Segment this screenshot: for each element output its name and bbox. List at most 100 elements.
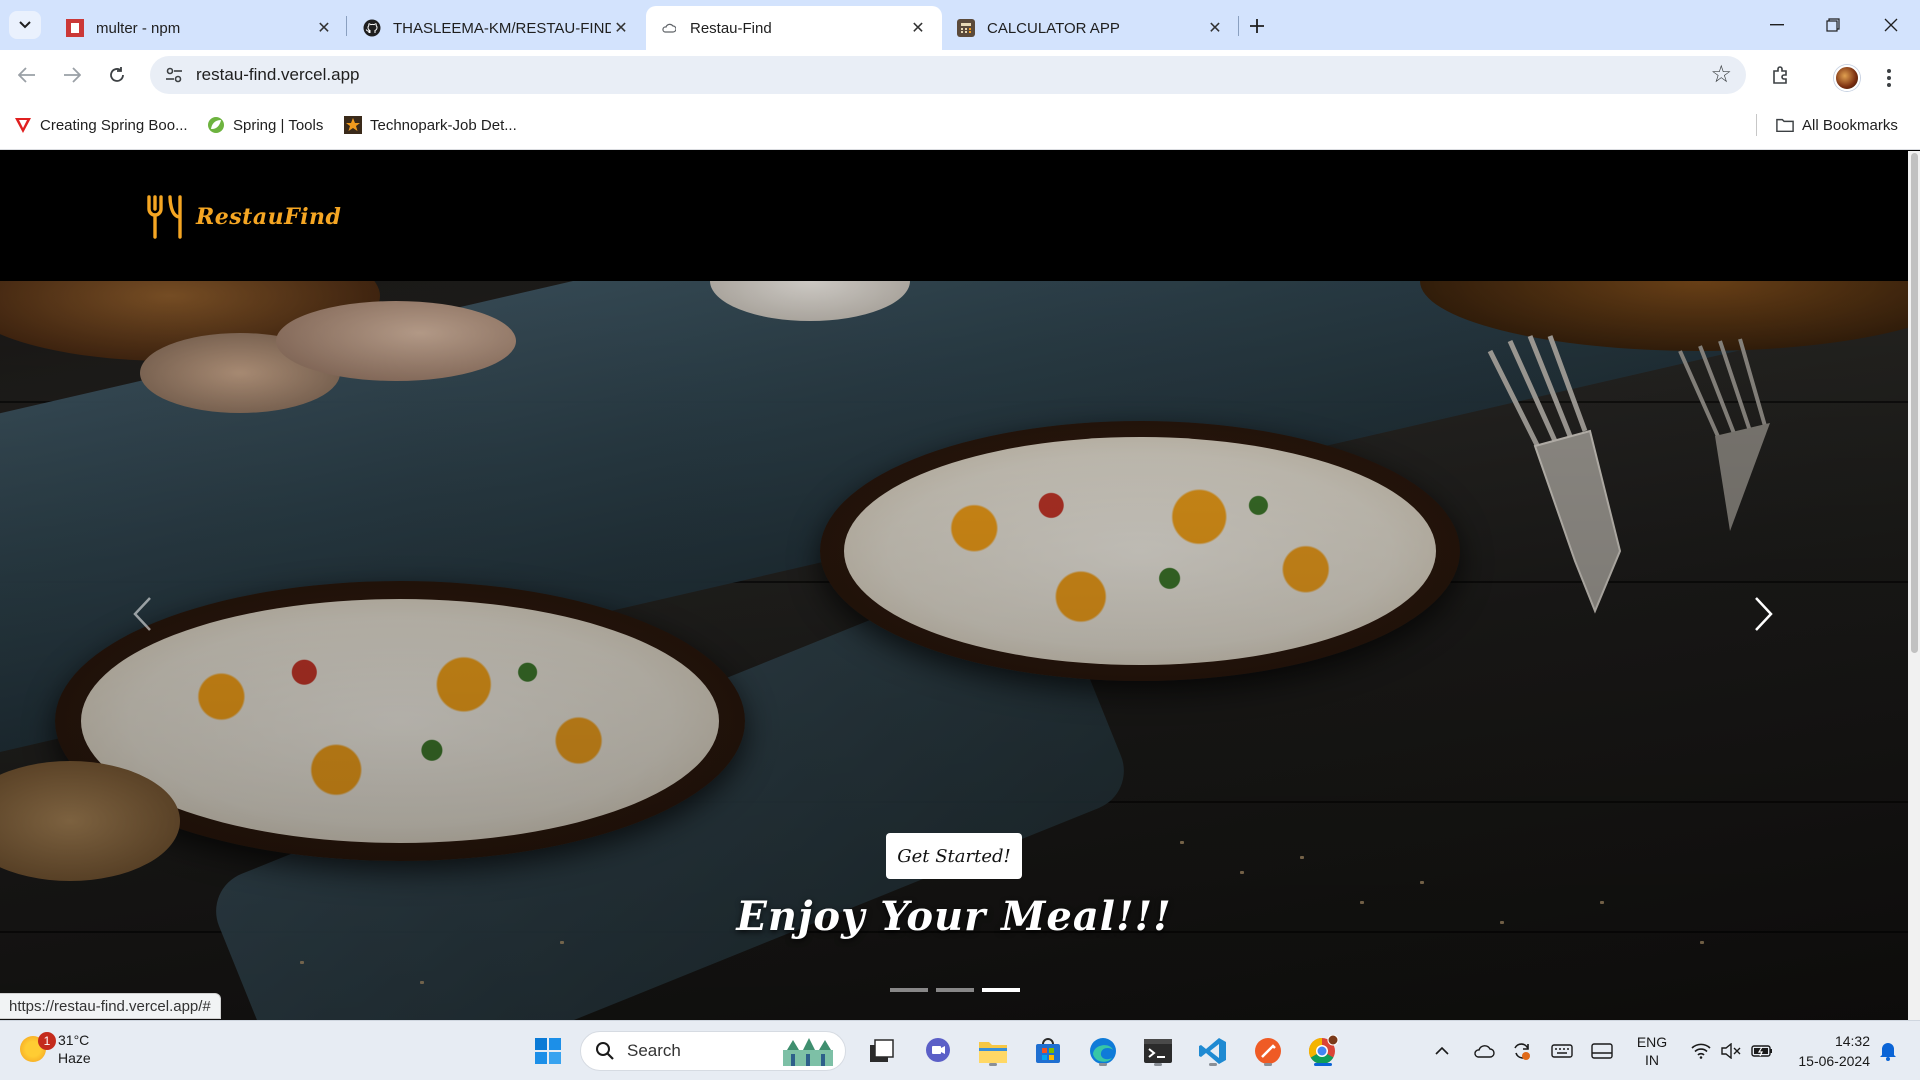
calculator-icon	[957, 19, 975, 37]
scrollbar-thumb[interactable]	[1911, 153, 1918, 653]
weather-widget[interactable]: 1 31°C Haze	[20, 1031, 91, 1067]
task-view-button[interactable]	[864, 1033, 900, 1069]
postman-icon	[1255, 1038, 1281, 1064]
restore-icon	[1826, 18, 1840, 32]
running-indicator	[1154, 1063, 1162, 1066]
close-icon[interactable]: ✕	[314, 18, 334, 38]
tab-multer[interactable]: multer - npm ✕	[52, 6, 348, 50]
tab-calculator[interactable]: CALCULATOR APP ✕	[943, 6, 1239, 50]
all-bookmarks-button[interactable]: All Bookmarks	[1776, 114, 1898, 136]
chevron-left-icon	[133, 597, 151, 631]
chrome-button[interactable]	[1305, 1033, 1341, 1069]
carousel-indicator[interactable]	[936, 988, 974, 992]
notification-badge: 1	[38, 1032, 56, 1050]
carousel-indicator[interactable]	[890, 988, 928, 992]
start-button[interactable]	[530, 1033, 566, 1069]
url-text[interactable]: restau-find.vercel.app	[196, 65, 359, 85]
vscode-icon	[1199, 1038, 1226, 1064]
browser-menu-button[interactable]	[1881, 64, 1897, 92]
tab-github[interactable]: THASLEEMA-KM/RESTAU-FIND ✕	[349, 6, 645, 50]
notifications-button[interactable]	[1874, 1021, 1902, 1080]
spring-leaf-icon	[208, 117, 224, 133]
task-view-icon	[870, 1039, 894, 1062]
touch-keyboard-button[interactable]	[1548, 1021, 1576, 1080]
tab-restau-find[interactable]: Restau-Find ✕	[646, 6, 942, 50]
back-button[interactable]	[9, 57, 45, 93]
file-explorer-button[interactable]	[975, 1033, 1011, 1069]
close-icon[interactable]: ✕	[908, 18, 928, 38]
web-page: RestauFind Get Started! Enjoy Your Meal!…	[0, 151, 1920, 1020]
close-icon[interactable]: ✕	[1205, 18, 1225, 38]
bookmark-star-icon[interactable]: ☆	[1710, 62, 1732, 88]
cloud-icon	[1474, 1045, 1495, 1058]
star-box-icon	[344, 116, 362, 134]
input-language-button[interactable]: ENG IN	[1628, 1021, 1676, 1080]
bookmarks-bar: Creating Spring Boo... Spring | Tools Te…	[0, 100, 1920, 150]
sync-icon	[1514, 1043, 1530, 1060]
puzzle-icon	[1773, 66, 1787, 84]
all-bookmarks-label: All Bookmarks	[1802, 116, 1898, 134]
extensions-button[interactable]	[1766, 60, 1796, 90]
search-highlight-icon	[783, 1038, 833, 1066]
bookmark-label: Technopark-Job Det...	[370, 116, 517, 134]
clock-date: 15-06-2024	[1798, 1053, 1870, 1069]
restore-button[interactable]	[1807, 8, 1859, 42]
vscode-button[interactable]	[1195, 1033, 1231, 1069]
bookmark-item[interactable]: Spring | Tools	[207, 114, 323, 136]
reload-button[interactable]	[99, 57, 135, 93]
battery-charging-icon	[1751, 1045, 1772, 1057]
bookmark-item[interactable]: Technopark-Job Det...	[344, 114, 517, 136]
terminal-button[interactable]	[1140, 1033, 1176, 1069]
onedrive-button[interactable]	[1470, 1021, 1498, 1080]
microsoft-store-button[interactable]	[1030, 1033, 1066, 1069]
chevron-right-icon	[1755, 597, 1773, 631]
link-status-bubble: https://restau-find.vercel.app/#	[0, 993, 221, 1019]
postman-button[interactable]	[1250, 1033, 1286, 1069]
running-indicator	[1209, 1063, 1217, 1066]
clock-button[interactable]: 14:32 15-06-2024	[1780, 1031, 1870, 1071]
pen-menu-button[interactable]	[1588, 1021, 1616, 1080]
running-indicator	[989, 1063, 997, 1066]
minimize-button[interactable]	[1751, 8, 1803, 42]
show-hidden-icons-button[interactable]	[1430, 1021, 1454, 1080]
forward-button[interactable]	[54, 57, 90, 93]
site-logo[interactable]: RestauFind	[146, 195, 341, 239]
new-tab-button[interactable]	[1243, 13, 1271, 39]
logo-text: RestauFind	[196, 204, 342, 230]
bookmark-item[interactable]: Creating Spring Boo...	[14, 114, 188, 136]
search-icon	[596, 1042, 614, 1060]
site-settings-icon[interactable]	[164, 65, 184, 85]
browser-toolbar: restau-find.vercel.app ☆	[0, 50, 1920, 100]
running-indicator	[1099, 1063, 1107, 1066]
edge-button[interactable]	[1085, 1033, 1121, 1069]
fork-knife-icon	[147, 195, 182, 239]
tab-title: CALCULATOR APP	[987, 19, 1120, 37]
quick-settings-button[interactable]	[1684, 1021, 1780, 1080]
site-header: RestauFind	[0, 151, 1920, 281]
clock-time: 14:32	[1834, 1033, 1870, 1049]
store-icon	[1036, 1038, 1060, 1063]
tab-search-button[interactable]	[9, 11, 41, 39]
arrow-left-icon	[18, 67, 35, 83]
bookmark-label: Creating Spring Boo...	[40, 116, 188, 134]
windows-logo-icon	[535, 1038, 561, 1064]
teams-chat-button[interactable]	[920, 1033, 956, 1069]
tab-title: THASLEEMA-KM/RESTAU-FIND	[393, 19, 611, 37]
weather-haze-icon: 1	[20, 1032, 56, 1062]
carousel-indicator-active[interactable]	[982, 988, 1020, 992]
reload-icon	[110, 67, 124, 82]
profile-avatar[interactable]	[1834, 65, 1860, 91]
sync-button[interactable]	[1508, 1021, 1536, 1080]
npm-icon	[66, 19, 84, 37]
carousel-next-button[interactable]	[1744, 589, 1784, 639]
get-started-button[interactable]: Get Started!	[886, 833, 1022, 879]
red-v-icon	[15, 118, 31, 133]
close-icon[interactable]: ✕	[611, 18, 631, 38]
bell-icon	[1880, 1043, 1896, 1061]
taskbar-search[interactable]: Search	[580, 1031, 846, 1071]
carousel-indicators	[890, 988, 1020, 992]
carousel-prev-button[interactable]	[122, 589, 162, 639]
address-bar[interactable]: restau-find.vercel.app ☆	[150, 56, 1746, 94]
close-window-button[interactable]	[1865, 8, 1917, 42]
weather-condition: Haze	[58, 1050, 91, 1066]
